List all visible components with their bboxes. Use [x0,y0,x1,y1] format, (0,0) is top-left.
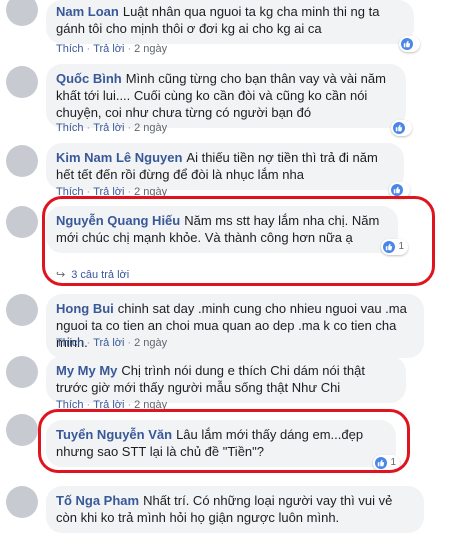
like-link[interactable]: Thích [56,186,84,198]
comment-author[interactable]: My My My [56,363,117,378]
reply-link[interactable]: Trả lời [93,399,124,411]
comment-time[interactable]: 2 ngày [134,186,167,198]
like-icon [401,38,413,50]
comment-author[interactable]: Tuyển Nguyễn Văn [56,427,172,442]
comment-bubble: Quốc Bình Mình cũng từng cho bạn thân vay… [46,64,412,136]
like-icon [393,122,405,134]
avatar[interactable] [6,145,38,177]
like-icon [391,184,403,196]
reply-link[interactable]: Trả lời [93,122,124,134]
comment-bubble: Kim Nam Lê Nguyen Ai thiếu tiền nợ tiền t… [46,143,410,198]
comment-author[interactable]: Nam Loan [56,4,119,19]
like-link[interactable]: Thích [56,43,84,55]
reaction-count[interactable] [399,36,420,52]
avatar[interactable] [6,206,38,238]
comment-time[interactable]: 2 ngày [134,43,167,55]
comment-author[interactable]: Quốc Bình [56,71,122,86]
comment-author[interactable]: Tố Nga Pham [56,493,139,508]
like-link[interactable]: Thích [56,337,84,349]
comment-bubble: Tố Nga Pham Nhất trí. Có những loại người… [46,486,424,533]
like-icon [375,457,388,469]
comment-time[interactable]: 2 ngày [134,399,167,411]
comment-actions: Thích · Trả lời · 2 ngày [56,337,168,349]
comment-author[interactable]: Kim Nam Lê Nguyen [56,150,182,165]
comment-bubble: Nguyễn Quang Hiếu Năm ms stt hay lắm nha … [46,206,408,255]
like-link[interactable]: Thích [56,399,84,411]
avatar[interactable] [6,66,38,98]
comment-author[interactable]: Nguyễn Quang Hiếu [56,213,180,228]
reply-link[interactable]: Trả lời [93,186,124,198]
reaction-count[interactable] [391,120,412,136]
comment-bubble: Tuyển Nguyễn Văn Lâu lắm mới thấy dáng em… [46,420,400,471]
avatar[interactable] [6,0,38,26]
comment-actions: Thích · Trả lời · 2 ngày [56,43,168,55]
view-replies-link[interactable]: ↪ 3 câu trả lời [56,268,129,282]
comment-bubble: Nam Loan Luật nhân qua nguoi ta kg cha mi… [46,0,420,52]
comment-time[interactable]: 2 ngày [134,337,167,349]
comment-time[interactable]: 2 ngày [134,122,167,134]
avatar[interactable] [6,294,38,326]
comment-actions: Thích · Trả lời · 2 ngày [56,399,168,411]
reaction-count[interactable]: 1 [381,239,408,255]
reply-link[interactable]: Trả lời [93,43,124,55]
avatar[interactable] [6,356,38,388]
like-link[interactable]: Thích [56,122,84,134]
comment-author[interactable]: Hong Bui [56,301,114,316]
avatar[interactable] [6,486,38,518]
comment-actions: Thích · Trả lời · 2 ngày [56,122,168,134]
like-icon [383,241,396,253]
reaction-count[interactable]: 1 [373,455,400,471]
comment-bubble: My My My Chị trình nói dung e thích Chi d… [46,356,406,403]
avatar[interactable] [6,414,38,446]
reply-arrow-icon: ↪ [56,269,66,281]
comment-actions: Thích · Trả lời · 2 ngày [56,186,168,198]
reply-link[interactable]: Trả lời [93,337,124,349]
reaction-count[interactable] [389,182,410,198]
